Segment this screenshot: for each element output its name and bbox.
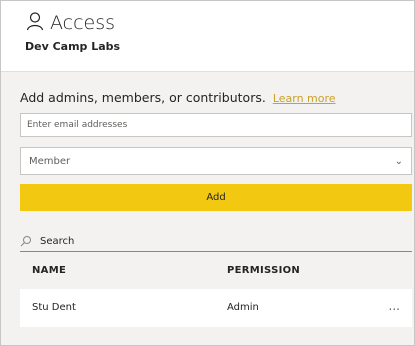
more-options-icon[interactable]: ... bbox=[389, 299, 400, 313]
email-input[interactable] bbox=[20, 113, 412, 137]
add-instruction: Add admins, members, or contributors. Le… bbox=[20, 90, 336, 105]
table-row[interactable]: Stu Dent Admin ... bbox=[20, 289, 412, 327]
user-name: Stu Dent bbox=[32, 302, 76, 313]
title-row: Access bbox=[25, 11, 115, 35]
person-icon bbox=[25, 11, 45, 35]
panel-header: Access Dev Camp Labs bbox=[1, 1, 414, 72]
column-header-permission: PERMISSION bbox=[227, 265, 301, 276]
role-dropdown[interactable]: Member ⌄ bbox=[20, 147, 412, 175]
page-title: Access bbox=[50, 12, 116, 34]
workspace-name: Dev Camp Labs bbox=[25, 40, 121, 53]
learn-more-link[interactable]: Learn more bbox=[273, 92, 336, 105]
user-permission: Admin bbox=[227, 302, 259, 313]
search-icon bbox=[20, 232, 32, 251]
search-input[interactable] bbox=[38, 234, 342, 248]
add-instruction-text: Add admins, members, or contributors. bbox=[20, 90, 266, 105]
role-selected-value: Member bbox=[29, 155, 71, 167]
access-panel: Access Dev Camp Labs Add admins, members… bbox=[0, 0, 415, 346]
add-button[interactable]: Add bbox=[20, 184, 412, 211]
column-header-name: NAME bbox=[32, 265, 67, 276]
search-box bbox=[20, 231, 412, 252]
chevron-down-icon: ⌄ bbox=[394, 155, 403, 167]
